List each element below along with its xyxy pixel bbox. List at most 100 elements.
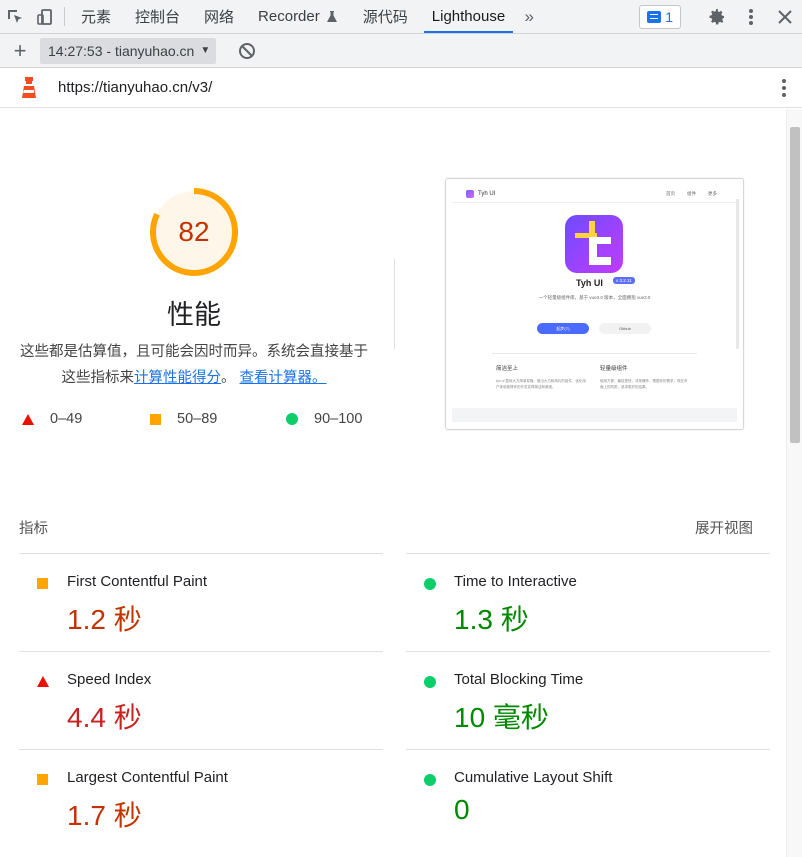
pass-circle-icon: [424, 676, 436, 688]
legend-pass: 90–100: [286, 411, 362, 427]
screenshot-secondary-button: Github: [599, 323, 651, 334]
performance-gauge[interactable]: 82: [148, 186, 240, 278]
vertical-divider: [394, 259, 395, 349]
performance-score: 82: [178, 216, 210, 247]
metric-name: Largest Contentful Paint: [67, 769, 228, 786]
clear-reports-icon[interactable]: [236, 40, 258, 62]
legend-average: 50–89: [150, 411, 217, 427]
more-options-icon[interactable]: [734, 0, 768, 34]
lighthouse-report: 82 性能 这些都是估算值，且可能会因时而异。系统会直接基于这些指标来计算性能得…: [0, 109, 786, 857]
screenshot-feature: 轻量级组件 使用方便，最轻更快，非常爆炸，根据你的需求，现在市面上的同类，追求更…: [600, 364, 690, 390]
settings-gear-icon[interactable]: [700, 0, 734, 34]
more-tabs-icon[interactable]: »: [517, 0, 541, 33]
tab-label: 元素: [81, 9, 112, 26]
issues-icon: [647, 10, 662, 23]
screenshot-navbar: Tyh UI 首页 组件 更多: [452, 185, 737, 203]
legend-fail: 0–49: [22, 411, 82, 427]
category-title: 性能: [167, 300, 221, 330]
toolbar-divider: [64, 7, 65, 26]
metric-value: 1.3 秒: [454, 604, 529, 635]
screenshot-navlinks: 首页 组件 更多: [666, 191, 717, 197]
average-square-icon: [37, 578, 48, 589]
metric-tti: Time to Interactive 1.3 秒: [406, 553, 770, 651]
inspect-element-icon[interactable]: [0, 0, 30, 33]
metric-value: 1.2 秒: [67, 604, 142, 635]
tab-lighthouse[interactable]: Lighthouse: [420, 0, 517, 33]
screenshot-brand: Tyh UI: [466, 189, 496, 198]
pass-circle-icon: [424, 578, 436, 590]
lighthouse-logo-icon: [0, 76, 58, 99]
average-square-icon: [150, 413, 161, 425]
screenshot-nav-item: 首页: [666, 190, 675, 196]
metric-cls: Cumulative Layout Shift 0: [406, 749, 770, 847]
screenshot-scrollbar: [736, 199, 739, 349]
description-separator: 。: [220, 370, 236, 386]
metric-tbt: Total Blocking Time 10 毫秒: [406, 651, 770, 749]
screenshot-feature: 简洁至上 tyh ui 整体大方简单易懂，做出大方和简约的组件，优化用户体验使得…: [496, 364, 586, 390]
metric-name: Total Blocking Time: [454, 671, 584, 688]
pass-circle-icon: [424, 774, 436, 786]
category-description: 这些都是估算值，且可能会因时而异。系统会直接基于这些指标来计算性能得分。 查看计…: [14, 339, 374, 391]
screenshot-footer: [452, 408, 737, 422]
final-screenshot[interactable]: Tyh UI 首页 组件 更多 Tyh UI v 3.2.11 一个轻量级组件库…: [445, 178, 744, 430]
legend-average-range: 50–89: [177, 411, 218, 427]
pass-circle-icon: [286, 413, 298, 425]
devtools-tabbar: 元素 控制台 网络 Recorder 源代码 Lighthouse » 1: [0, 0, 802, 34]
flask-icon: [326, 10, 337, 22]
legend-fail-range: 0–49: [50, 411, 83, 427]
report-url[interactable]: https://tianyuhao.cn/v3/: [58, 79, 212, 96]
issues-button[interactable]: 1: [639, 4, 681, 29]
legend-pass-range: 90–100: [314, 411, 363, 427]
metric-value: 10 毫秒: [454, 702, 549, 733]
screenshot-version-badge: v 3.2.11: [613, 277, 635, 284]
average-square-icon: [37, 774, 48, 785]
screenshot-nav-item: 组件: [687, 190, 696, 196]
screenshot-nav-item: 更多: [708, 190, 717, 196]
scrollbar-thumb[interactable]: [790, 127, 800, 443]
metric-value: 1.7 秒: [67, 800, 142, 831]
screenshot-primary-button: 起步(T): [537, 323, 589, 334]
metrics-title: 指标: [19, 521, 48, 537]
issues-count: 1: [665, 8, 673, 25]
metric-name: Speed Index: [67, 671, 152, 688]
fail-triangle-icon: [22, 413, 34, 425]
fail-triangle-icon: [37, 676, 49, 687]
report-selector[interactable]: 14:27:53 - tianyuhao.cn ▼: [40, 37, 217, 64]
tab-label: 网络: [204, 9, 235, 26]
score-scale-legend: 0–49 50–89 90–100: [22, 411, 382, 429]
brand-logo-icon: [466, 189, 474, 198]
calc-score-link[interactable]: 计算性能得分: [134, 370, 221, 386]
tab-sources[interactable]: 源代码: [351, 0, 420, 33]
report-menu-icon[interactable]: [766, 78, 802, 97]
expand-view-toggle[interactable]: 展开视图: [695, 517, 753, 538]
screenshot-tagline: 一个轻量级组件库，基于 vue3.0 版本，全面拥抱 vue3.0: [538, 295, 651, 300]
screenshot-brand-text: Tyh UI: [478, 190, 496, 197]
metric-lcp: Largest Contentful Paint 1.7 秒: [19, 749, 383, 847]
device-toolbar-icon[interactable]: [30, 0, 60, 33]
metrics-column-left: First Contentful Paint 1.2 秒 Speed Index…: [19, 553, 383, 847]
metric-name: Cumulative Layout Shift: [454, 769, 613, 786]
close-icon[interactable]: [768, 0, 802, 34]
tab-label: Lighthouse: [431, 8, 506, 25]
dropdown-arrow-icon: ▼: [200, 45, 211, 56]
tab-network[interactable]: 网络: [192, 0, 246, 33]
feature-title: 简洁至上: [496, 366, 519, 372]
tab-label: Recorder: [258, 8, 320, 25]
report-scrollbar[interactable]: [786, 109, 802, 857]
metric-fcp: First Contentful Paint 1.2 秒: [19, 553, 383, 651]
tab-label: 源代码: [362, 9, 408, 26]
screenshot-divider: [492, 353, 697, 354]
report-selector-label: 14:27:53 - tianyuhao.cn: [48, 42, 195, 59]
tab-recorder[interactable]: Recorder: [246, 0, 351, 33]
calculator-link[interactable]: 查看计算器。: [240, 370, 327, 386]
report-url-bar: https://tianyuhao.cn/v3/: [0, 68, 802, 108]
lighthouse-toolbar: + 14:27:53 - tianyuhao.cn ▼: [0, 34, 802, 68]
tab-console[interactable]: 控制台: [123, 0, 192, 33]
metrics-column-right: Time to Interactive 1.3 秒 Total Blocking…: [406, 553, 770, 847]
tyh-ui-logo: [565, 215, 623, 273]
feature-title: 轻量级组件: [600, 366, 628, 372]
metrics-header: 指标 展开视图: [19, 517, 755, 538]
new-report-plus-icon[interactable]: +: [0, 38, 40, 64]
screenshot-title: Tyh UI: [576, 278, 603, 288]
tab-elements[interactable]: 元素: [69, 0, 123, 33]
